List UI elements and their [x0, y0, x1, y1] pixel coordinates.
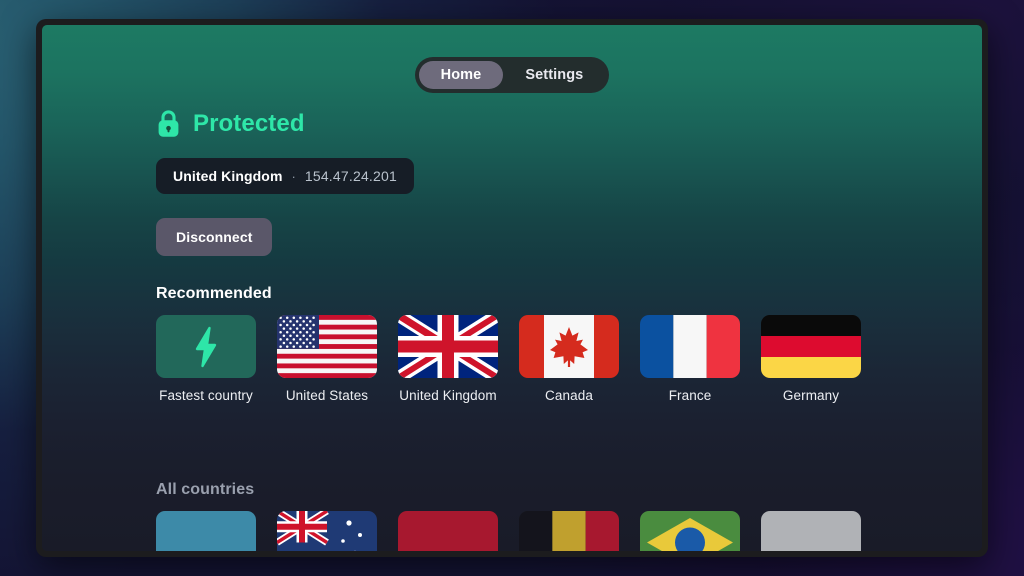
- recommended-country-tile[interactable]: France: [640, 315, 740, 403]
- flag-art: [640, 315, 740, 378]
- server-country-label: United Kingdom: [173, 168, 283, 184]
- lightning-bolt-icon: [195, 326, 217, 367]
- all-countries-country-tile[interactable]: [156, 511, 256, 551]
- recommended-country-label: France: [668, 388, 712, 403]
- vpn-app-screen: Home Settings Protected United Kingdom ·…: [42, 25, 982, 551]
- flag-art: [640, 511, 740, 551]
- flag-canada: [519, 315, 619, 378]
- recommended-country-tile[interactable]: United Kingdom: [398, 315, 498, 403]
- all-countries-country-tile[interactable]: [640, 511, 740, 551]
- server-ip-label: 154.47.24.201: [304, 168, 397, 184]
- connection-status: Protected: [156, 109, 305, 139]
- separator-dot: ·: [291, 168, 296, 184]
- recommended-country-tile[interactable]: Canada: [519, 315, 619, 403]
- all-countries-country-tile[interactable]: [398, 511, 498, 551]
- flag-united-kingdom: [398, 315, 498, 378]
- fastest-country-art: [156, 315, 256, 378]
- tabbar: Home Settings: [414, 57, 610, 93]
- recommended-country-tile[interactable]: Fastest country: [156, 315, 256, 403]
- flag-art: [398, 511, 498, 551]
- flag-united-states: [277, 315, 377, 378]
- flag-germany: [761, 315, 861, 378]
- all-countries-section-title: All countries: [156, 481, 255, 498]
- disconnect-button[interactable]: Disconnect: [156, 218, 273, 256]
- flag-art: [277, 315, 377, 378]
- recommended-country-row: Fastest country United States United Kin…: [156, 315, 861, 403]
- tabbar-container: Home Settings: [42, 57, 982, 93]
- flag-art: [398, 315, 498, 378]
- recommended-country-tile[interactable]: United States: [277, 315, 377, 403]
- flag-austria: [398, 511, 498, 551]
- recommended-country-tile[interactable]: Germany: [761, 315, 861, 403]
- flag-art: [761, 511, 861, 551]
- flag-belgium: [519, 511, 619, 551]
- recommended-country-label: United Kingdom: [399, 388, 497, 403]
- flag-art: [156, 511, 256, 551]
- flag-france: [640, 315, 740, 378]
- lock-icon: [156, 109, 181, 139]
- flag-generic: [761, 511, 861, 551]
- status-label: Protected: [193, 110, 305, 137]
- recommended-country-label: United States: [285, 388, 369, 403]
- tab-settings[interactable]: Settings: [503, 61, 605, 89]
- desktop-backdrop: Home Settings Protected United Kingdom ·…: [0, 0, 1024, 576]
- flag-brazil: [640, 511, 740, 551]
- recommended-country-label: Germany: [782, 388, 840, 403]
- current-server-pill: United Kingdom · 154.47.24.201: [156, 158, 414, 194]
- device-frame: Home Settings Protected United Kingdom ·…: [36, 19, 988, 557]
- recommended-country-label: Canada: [545, 388, 593, 403]
- screen-content: Home Settings Protected United Kingdom ·…: [42, 25, 982, 551]
- flag-art: [519, 315, 619, 378]
- tab-home[interactable]: Home: [418, 61, 504, 89]
- recommended-section-title: Recommended: [156, 285, 272, 302]
- flag-australia: [277, 511, 377, 551]
- all-countries-country-tile[interactable]: [277, 511, 377, 551]
- all-countries-country-tile[interactable]: [519, 511, 619, 551]
- flag-art: [519, 511, 619, 551]
- flag-argentina: [156, 511, 256, 551]
- flag-art: [761, 315, 861, 378]
- all-countries-row: [156, 511, 861, 551]
- flag-art: [277, 511, 377, 551]
- all-countries-country-tile[interactable]: [761, 511, 861, 551]
- recommended-country-label: Fastest country: [159, 388, 253, 403]
